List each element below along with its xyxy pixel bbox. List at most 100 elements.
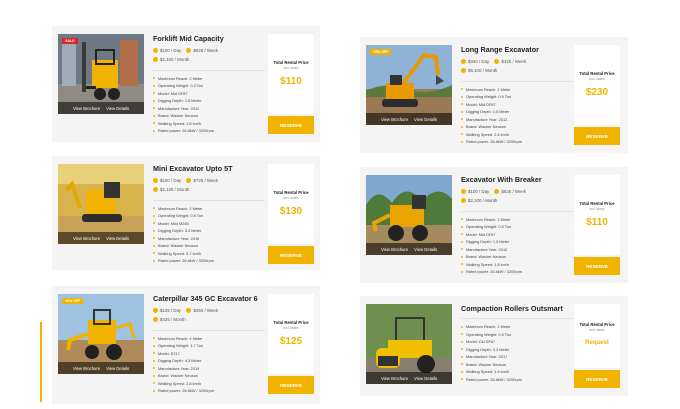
card-title[interactable]: Mini Excavator Upto 5T <box>153 164 265 173</box>
equipment-photo[interactable]: View Brochure View Details <box>366 304 452 384</box>
equipment-card: View Brochure View Details Compaction Ro… <box>360 296 628 396</box>
spec-item: Digging Depth: 1.5 Meter <box>461 108 573 116</box>
coin-icon <box>461 198 466 203</box>
coin-icon <box>153 178 158 184</box>
spec-list: Maximum Reach: 2 Meter Operating Weight:… <box>461 86 573 146</box>
card-title[interactable]: Long Range Excavator <box>461 45 573 54</box>
equipment-card: SALE View Brochure View Details Forklift… <box>52 26 320 142</box>
view-details-link[interactable]: View Details <box>106 236 129 241</box>
card-title[interactable]: Excavator With Breaker <box>461 175 573 184</box>
monthly-rate: $2,100 / Month <box>160 56 190 62</box>
spec-item: Operating Weight: 0.3 Ton <box>153 82 265 90</box>
daily-rate: $330 / Day <box>468 59 490 64</box>
view-brochure-link[interactable]: View Brochure <box>381 117 408 122</box>
spec-item: Brand: Wacker Neuson <box>461 123 573 131</box>
view-brochure-link[interactable]: View Brochure <box>73 236 100 241</box>
spec-item: Walking Speed: 3.7 km/h <box>153 250 265 258</box>
coin-icon <box>153 48 158 54</box>
view-details-link[interactable]: View Details <box>414 376 437 381</box>
price-box: Total Rental Price Incl. taxes $110 <box>268 34 314 114</box>
equipment-card: 15% OFF View Brochure View Details Long … <box>360 37 628 153</box>
spec-item: Rated power: 26.8kW / 3200rpm <box>153 387 265 395</box>
incl-taxes-label: Incl. taxes <box>283 66 299 70</box>
spec-list: Maximum Reach: 2 Meter Operating Weight:… <box>153 205 265 265</box>
card-title[interactable]: Caterpillar 345 GC Excavator 6 <box>153 294 265 303</box>
coin-icon <box>153 187 158 192</box>
divider <box>153 329 265 331</box>
equipment-photo[interactable]: 20% OFF View Brochure View Details <box>58 294 144 374</box>
view-brochure-link[interactable]: View Brochure <box>73 366 100 371</box>
equipment-photo[interactable]: View Brochure View Details <box>366 175 452 255</box>
view-details-link[interactable]: View Details <box>414 117 437 122</box>
coin-icon <box>153 308 158 314</box>
spec-item: Digging Depth: 4.3 Meter <box>153 357 265 365</box>
price-box: Total Rental Price Incl. taxes $230 <box>574 45 620 125</box>
request-price-link[interactable]: Request <box>574 340 620 346</box>
spec-item: Digging Depth: 1.5 Meter <box>153 97 265 105</box>
spec-item: Manufacture Year: 2015 <box>153 235 265 243</box>
coin-icon <box>461 189 466 195</box>
incl-taxes-label: Incl. taxes <box>589 328 605 332</box>
rate-list: $100 / Day $725 / Week $2,125 / Month <box>153 177 265 195</box>
card-title[interactable]: Compaction Rollers Outsmart <box>461 304 573 313</box>
divider <box>153 199 265 201</box>
discount-badge: 20% OFF <box>62 298 84 304</box>
view-details-link[interactable]: View Details <box>106 366 129 371</box>
discount-badge: 15% OFF <box>370 49 392 55</box>
spec-item: Rated power: 26.8kW / 3200rpm <box>461 138 573 146</box>
spec-item: Manufacture Year: 2012 <box>461 116 573 124</box>
equipment-card: View Brochure View Details Mini Excavato… <box>52 156 320 270</box>
weekly-rate: $625 / Week <box>193 48 219 53</box>
reserve-button[interactable]: RESERVE <box>268 246 314 264</box>
accent-line <box>40 322 42 402</box>
divider <box>153 69 265 71</box>
card-title[interactable]: Forklift Mid Capacity <box>153 34 265 43</box>
view-details-link[interactable]: View Details <box>106 106 129 111</box>
spec-item: Manufacture Year: 2019 <box>153 365 265 373</box>
coin-icon <box>494 59 500 65</box>
incl-taxes-label: Incl. taxes <box>589 207 605 211</box>
coin-icon <box>186 48 192 54</box>
reserve-button[interactable]: RESERVE <box>268 376 314 394</box>
view-brochure-link[interactable]: View Brochure <box>381 247 408 252</box>
view-brochure-link[interactable]: View Brochure <box>381 376 408 381</box>
total-rental-price-label: Total Rental Price <box>273 320 309 325</box>
spec-list: Maximum Reach: 2 Meter Operating Weight:… <box>461 323 573 383</box>
spec-item: Manufacture Year: 2017 <box>461 353 573 361</box>
divider <box>461 318 573 319</box>
equipment-photo[interactable]: 15% OFF View Brochure View Details <box>366 45 452 125</box>
incl-taxes-label: Incl. taxes <box>283 326 299 330</box>
price-box: Total Rental Price Incl. taxes $130 <box>268 164 314 244</box>
spec-item: Model: Mid DF87 <box>153 90 265 98</box>
weekly-rate: $625 / Week <box>501 189 527 194</box>
total-rental-price-label: Total Rental Price <box>579 71 615 76</box>
rate-list: $330 / Day $425 / Week $5,100 / Month <box>461 58 573 76</box>
equipment-photo[interactable]: SALE View Brochure View Details <box>58 34 144 114</box>
view-details-link[interactable]: View Details <box>414 247 437 252</box>
incl-taxes-label: Incl. taxes <box>283 196 299 200</box>
spec-item: Walking Speed: 1.8 km/h <box>461 368 573 376</box>
reserve-button[interactable]: RESERVE <box>574 127 620 145</box>
spec-item: Operating Weight: 0.5 Ton <box>461 331 573 339</box>
divider <box>461 210 573 212</box>
spec-item: Maximum Reach: 2 Meter <box>461 86 573 94</box>
spec-item: Walking Speed: 2.8 km/h <box>153 380 265 388</box>
view-brochure-link[interactable]: View Brochure <box>73 106 100 111</box>
daily-rate: $100 / Day <box>160 178 182 183</box>
reserve-button[interactable]: RESERVE <box>574 370 620 388</box>
monthly-rate: $2,125 / Month <box>160 186 190 192</box>
spec-item: Operating Weight: 0.8 Ton <box>153 212 265 220</box>
monthly-rate: $5,100 / Month <box>468 67 498 73</box>
spec-item: Maximum Reach: 4 Meter <box>153 335 265 343</box>
spec-item: Operating Weight: 0.5 Ton <box>461 223 573 231</box>
spec-item: Model: Mid DF87 <box>461 101 573 109</box>
coin-icon <box>494 189 500 195</box>
monthly-rate: $425 / Month <box>160 316 186 322</box>
reserve-button[interactable]: RESERVE <box>268 116 314 134</box>
equipment-photo[interactable]: View Brochure View Details <box>58 164 144 244</box>
daily-rate: $100 / Day <box>468 189 490 194</box>
coin-icon <box>153 317 158 322</box>
reserve-button[interactable]: RESERVE <box>574 257 620 275</box>
total-rental-price-label: Total Rental Price <box>579 201 615 206</box>
spec-item: Rated power: 26.8kW / 3200rpm <box>153 257 265 265</box>
